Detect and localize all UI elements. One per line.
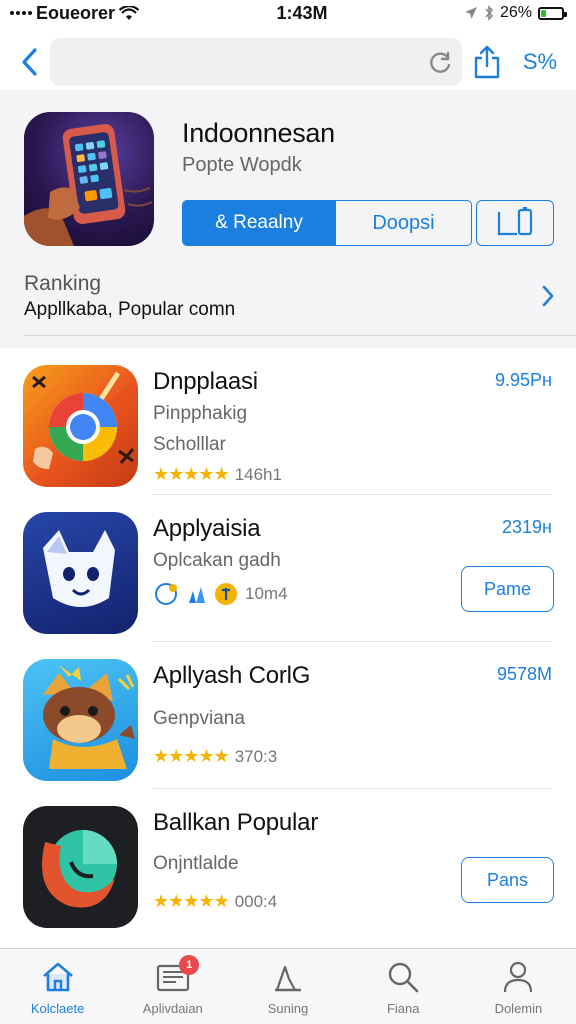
list-item-subtitle: Genpviana [153, 708, 245, 729]
app-subtitle: Popte Wopdk [182, 154, 302, 176]
battery-icon [538, 6, 567, 20]
app-list: Dnpplaasi Pinpphakig Scholllar ★★★★★ 146… [0, 348, 576, 936]
list-item[interactable]: Apllyash CorlG Genpviana ★★★★★ 370:3 957… [0, 642, 576, 789]
tab-label: Aplivdaian [142, 1001, 203, 1016]
app-title: Indoonnesan [182, 118, 335, 148]
list-item-meta: ★★★★★ 370:3 [153, 746, 277, 767]
back-button[interactable] [14, 42, 44, 82]
equalizer-icon [189, 587, 205, 603]
device-icon [497, 207, 533, 236]
chevron-left-icon [22, 48, 37, 76]
app-icon-fox [23, 659, 138, 781]
list-item-size: 9578M [496, 664, 552, 684]
tab-home[interactable]: Kolclaete [0, 949, 115, 1024]
home-icon [40, 959, 76, 995]
primary-segment-button[interactable]: & Reaalny [183, 201, 335, 245]
wifi-icon [119, 5, 140, 20]
list-item-title: Apllyash CorlG [153, 662, 311, 689]
mini-badges [153, 581, 239, 607]
chevron-right-icon[interactable] [540, 284, 556, 308]
battery-fill [541, 9, 547, 17]
status-time: 1:43M [276, 2, 328, 23]
phone-layout-button[interactable] [476, 200, 554, 246]
list-item-category: Scholllar [153, 434, 226, 455]
tab-bar: Kolclaete 1 Aplivdaian Suning Fiana Dole… [0, 948, 576, 1024]
get-button[interactable]: Pame [461, 566, 554, 612]
search-icon [385, 959, 421, 995]
coin-icon [215, 583, 237, 605]
ranking-text[interactable]: Appllkaba, Popular comn [24, 299, 235, 321]
app-icon [24, 112, 154, 246]
list-item[interactable]: Ballkan Popular Onjntlalde ★★★★★ 000:4 P… [0, 789, 576, 936]
list-item-meta: ★★★★★ 146h1 [153, 464, 282, 485]
carrier-name: Eoueorer [36, 2, 116, 23]
nav-right-button[interactable]: S% [518, 49, 562, 75]
person-icon [500, 959, 536, 995]
address-bar[interactable] [50, 38, 462, 86]
tab-chart[interactable]: Suning [230, 949, 345, 1024]
rating-stars: ★★★★★ [153, 891, 230, 911]
reload-icon[interactable] [428, 49, 454, 75]
app-header: Indoonnesan Popte Wopdk & Reaalny Doopsi… [0, 90, 576, 348]
segmented-control: & Reaalny Doopsi [182, 200, 472, 246]
tab-label: Kolclaete [30, 1001, 85, 1016]
list-item[interactable]: Dnpplaasi Pinpphakig Scholllar ★★★★★ 146… [0, 348, 576, 495]
list-item-meta: 10m4 [153, 581, 288, 607]
list-item-meta: ★★★★★ 000:4 [153, 891, 277, 912]
tab-label: Suning [267, 1001, 309, 1016]
app-icon-cat [23, 512, 138, 634]
list-item-size: 9.95Pн [495, 370, 552, 390]
rating-count: 000:4 [234, 891, 278, 911]
list-item-title: Applyaisia [153, 515, 261, 542]
location-icon [464, 7, 477, 19]
share-button[interactable] [470, 42, 504, 82]
tab-news[interactable]: 1 Aplivdaian [115, 949, 230, 1024]
top-nav: S% [0, 34, 576, 90]
app-icon-swirl [23, 806, 138, 928]
battery-percent: 26% [499, 4, 532, 21]
list-item-title: Dnpplaasi [153, 368, 258, 395]
tab-label: Fiana [386, 1001, 420, 1016]
app-icon-maps [23, 365, 138, 487]
tab-profile[interactable]: Dolemin [461, 949, 576, 1024]
notification-badge: 1 [179, 955, 200, 975]
status-bar: Eoueorer 1:43M 26% [0, 0, 576, 26]
rating-count: 10m4 [245, 584, 288, 603]
list-item-subtitle: Pinpphakig [153, 403, 248, 424]
rating-stars: ★★★★★ [153, 464, 230, 484]
bluetooth-icon [485, 5, 494, 21]
sync-icon [155, 583, 177, 605]
secondary-segment-button[interactable]: Doopsi [335, 201, 471, 245]
chart-icon [270, 959, 306, 995]
list-item-title: Ballkan Popular [153, 809, 319, 836]
list-item-subtitle: Oplcakan gadh [153, 550, 281, 571]
ranking-label: Ranking [24, 272, 102, 295]
list-item-size: 2319н [502, 517, 552, 537]
list-item-subtitle: Onjntlalde [153, 853, 239, 874]
divider [24, 335, 576, 336]
rating-count: 370:3 [234, 746, 278, 766]
rating-count: 146h1 [234, 464, 282, 484]
list-item[interactable]: Applyaisia Oplcakan gadh 10m4 2319н Pame [0, 495, 576, 642]
tab-search[interactable]: Fiana [346, 949, 461, 1024]
get-button[interactable]: Pans [461, 857, 554, 903]
tab-label: Dolemin [494, 1001, 543, 1016]
share-icon [474, 45, 500, 79]
rating-stars: ★★★★★ [153, 746, 230, 766]
signal-icon [10, 11, 32, 15]
